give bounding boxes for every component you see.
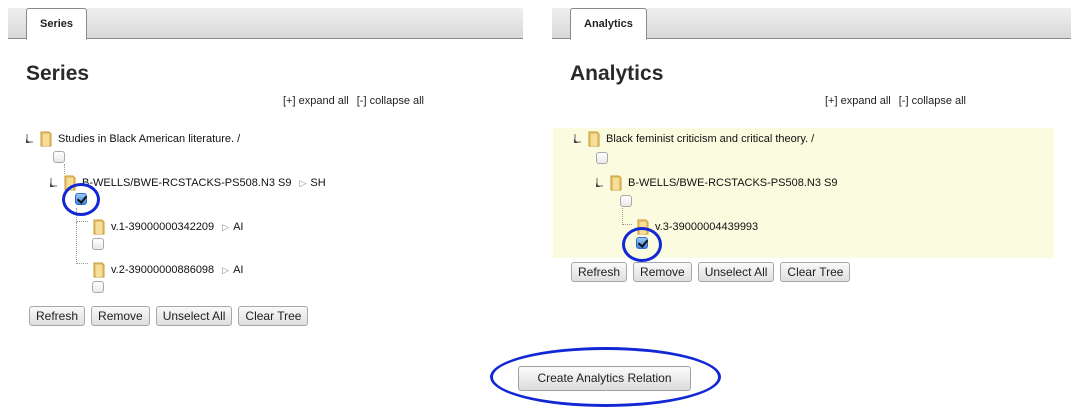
folder-icon	[636, 219, 650, 235]
tab-analytics[interactable]: Analytics	[570, 8, 647, 40]
series-item-tag: AI	[233, 221, 244, 233]
tree-connector	[76, 208, 88, 222]
analytics-item-label[interactable]: v.3-39000004439993	[655, 221, 758, 233]
analytics-heading: Analytics	[570, 62, 664, 85]
series-root-label[interactable]: Studies in Black American literature. /	[58, 133, 240, 145]
folder-icon	[609, 175, 623, 191]
triangle-right-icon: ▷	[222, 222, 230, 232]
series-item-label[interactable]: v.1-39000000342209	[111, 221, 214, 233]
analytics-tree-highlight	[553, 128, 1054, 258]
analytics-tree-item[interactable]: v.3-39000004439993	[632, 219, 758, 235]
analytics-root-label[interactable]: Black feminist criticism and critical th…	[606, 133, 814, 145]
analytics-root-checkbox[interactable]	[596, 152, 608, 164]
analytics-item-checkbox[interactable]	[636, 237, 648, 249]
analytics-tree-root[interactable]: Black feminist criticism and critical th…	[573, 131, 814, 147]
folder-icon	[587, 131, 601, 147]
remove-button[interactable]: Remove	[633, 262, 692, 282]
tree-connector	[76, 222, 88, 264]
analytics-tree-holding[interactable]: B-WELLS/BWE-RCSTACKS-PS508.N3 S9	[595, 175, 837, 191]
series-tree-item[interactable]: v.1-39000000342209 ▷ AI	[88, 219, 244, 235]
clear-tree-button[interactable]: Clear Tree	[238, 306, 309, 326]
clear-tree-button[interactable]: Clear Tree	[780, 262, 851, 282]
analytics-expand-bar: [+] expand all [-] collapse all	[825, 95, 966, 107]
create-analytics-relation-button[interactable]: Create Analytics Relation	[518, 366, 691, 391]
series-tabstrip: Series	[8, 8, 523, 40]
expanded-tree-arrow-icon[interactable]	[49, 177, 59, 189]
series-tree-holding[interactable]: B-WELLS/BWE-RCSTACKS-PS508.N3 S9 ▷ SH	[49, 175, 326, 191]
series-tree-root[interactable]: Studies in Black American literature. /	[25, 131, 240, 147]
series-expand-all-link[interactable]: [+] expand all	[283, 95, 349, 107]
series-collapse-all-link[interactable]: [-] collapse all	[357, 95, 424, 107]
series-heading: Series	[26, 62, 90, 85]
analytics-holding-checkbox[interactable]	[620, 195, 632, 207]
refresh-button[interactable]: Refresh	[29, 306, 86, 326]
series-item-checkbox[interactable]	[92, 238, 104, 250]
expanded-tree-arrow-icon[interactable]	[25, 133, 35, 145]
unselect-all-button[interactable]: Unselect All	[697, 262, 775, 282]
folder-icon	[39, 131, 53, 147]
series-item-tag: AI	[233, 264, 244, 276]
triangle-right-icon: ▷	[222, 265, 230, 275]
unselect-all-button[interactable]: Unselect All	[155, 306, 233, 326]
analytics-holding-label[interactable]: B-WELLS/BWE-RCSTACKS-PS508.N3 S9	[628, 177, 837, 189]
tab-series[interactable]: Series	[26, 8, 88, 40]
folder-icon	[63, 175, 77, 191]
expanded-tree-arrow-icon[interactable]	[573, 133, 583, 145]
series-item-label[interactable]: v.2-39000000886098	[111, 264, 214, 276]
series-tree-item[interactable]: v.2-39000000886098 ▷ AI	[88, 262, 244, 278]
series-item-checkbox[interactable]	[92, 281, 104, 293]
analytics-expand-all-link[interactable]: [+] expand all	[825, 95, 891, 107]
remove-button[interactable]: Remove	[91, 306, 150, 326]
series-holding-label[interactable]: B-WELLS/BWE-RCSTACKS-PS508.N3 S9	[82, 177, 291, 189]
folder-icon	[92, 219, 106, 235]
series-button-row: Refresh Remove Unselect All Clear Tree	[29, 306, 314, 326]
tree-connector	[64, 164, 65, 174]
analytics-tabstrip: Analytics	[552, 8, 1071, 40]
triangle-right-icon: ▷	[299, 178, 307, 188]
series-expand-bar: [+] expand all [-] collapse all	[283, 95, 424, 107]
series-holding-tag: SH	[310, 177, 326, 189]
folder-icon	[92, 262, 106, 278]
series-root-checkbox[interactable]	[53, 151, 65, 163]
tree-connector	[622, 208, 632, 225]
series-holding-checkbox[interactable]	[75, 193, 87, 205]
analytics-button-row: Refresh Remove Unselect All Clear Tree	[571, 262, 856, 282]
analytics-collapse-all-link[interactable]: [-] collapse all	[899, 95, 966, 107]
expanded-tree-arrow-icon[interactable]	[595, 177, 605, 189]
refresh-button[interactable]: Refresh	[571, 262, 628, 282]
